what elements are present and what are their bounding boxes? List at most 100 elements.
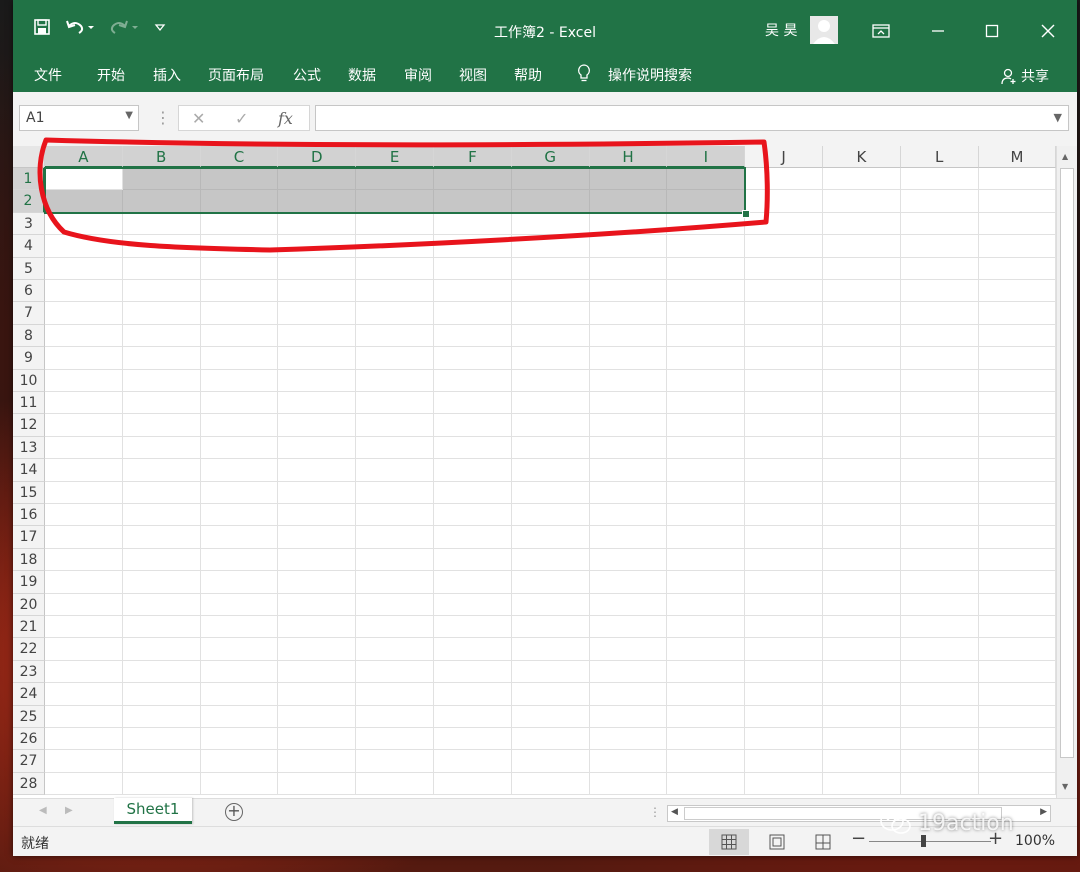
cell[interactable]	[45, 302, 123, 325]
cell[interactable]	[200, 235, 279, 258]
cell[interactable]	[45, 235, 123, 258]
cell[interactable]	[745, 481, 823, 504]
row-header-22[interactable]: 22	[13, 638, 45, 661]
cell[interactable]	[200, 548, 279, 572]
cell[interactable]	[200, 683, 279, 706]
cell[interactable]	[900, 772, 979, 796]
column-header-j[interactable]: J	[745, 146, 823, 168]
cell[interactable]	[434, 257, 512, 280]
cell[interactable]	[900, 548, 979, 572]
zoom-out-button[interactable]: −	[851, 828, 866, 849]
cell[interactable]	[745, 414, 823, 437]
maximize-button[interactable]	[969, 16, 1015, 46]
cell[interactable]	[823, 750, 901, 773]
cell[interactable]	[745, 347, 823, 370]
cell[interactable]	[122, 369, 201, 392]
cell[interactable]	[122, 571, 201, 594]
cell[interactable]	[978, 593, 1057, 616]
row-header-25[interactable]: 25	[13, 705, 45, 728]
cell[interactable]	[978, 750, 1057, 773]
cell[interactable]	[589, 750, 668, 773]
cell[interactable]	[823, 392, 901, 415]
cell[interactable]	[978, 571, 1057, 594]
cell[interactable]	[434, 212, 512, 236]
cell[interactable]	[434, 392, 512, 415]
cell[interactable]	[45, 436, 123, 460]
fill-handle[interactable]	[742, 209, 751, 218]
normal-view-button[interactable]	[709, 829, 749, 855]
cell[interactable]	[434, 728, 512, 751]
cell[interactable]	[200, 504, 279, 527]
cell[interactable]	[278, 638, 357, 661]
cell[interactable]	[745, 660, 823, 684]
cell[interactable]	[122, 593, 201, 616]
cell[interactable]	[589, 414, 668, 437]
cell[interactable]	[434, 504, 512, 527]
user-name[interactable]: 吴 昊	[765, 20, 797, 40]
cell[interactable]	[356, 638, 434, 661]
cell[interactable]	[745, 683, 823, 706]
cell[interactable]	[667, 257, 746, 280]
cell[interactable]	[511, 571, 590, 594]
cell[interactable]	[45, 257, 123, 280]
cell[interactable]	[823, 638, 901, 661]
cell[interactable]	[978, 772, 1057, 796]
cell[interactable]	[667, 526, 746, 549]
row-header-16[interactable]: 16	[13, 504, 45, 527]
cell[interactable]	[356, 548, 434, 572]
column-header-i[interactable]: I	[667, 146, 746, 168]
cell[interactable]	[900, 190, 979, 213]
row-header-13[interactable]: 13	[13, 436, 45, 460]
cell[interactable]	[200, 481, 279, 504]
row-header-27[interactable]: 27	[13, 750, 45, 773]
column-header-e[interactable]: E	[356, 146, 434, 168]
cell[interactable]	[511, 459, 590, 482]
cell[interactable]	[667, 481, 746, 504]
row-header-6[interactable]: 6	[13, 280, 45, 303]
cell[interactable]	[900, 705, 979, 728]
cell[interactable]	[667, 369, 746, 392]
cell[interactable]	[278, 459, 357, 482]
cell[interactable]	[434, 593, 512, 616]
cell[interactable]	[278, 593, 357, 616]
cell[interactable]	[978, 504, 1057, 527]
cell[interactable]	[589, 772, 668, 796]
cell[interactable]	[278, 414, 357, 437]
cell[interactable]	[278, 705, 357, 728]
cell[interactable]	[745, 369, 823, 392]
select-all-corner[interactable]	[13, 146, 45, 168]
cell[interactable]	[667, 212, 746, 236]
cell[interactable]	[900, 660, 979, 684]
cell[interactable]	[122, 324, 201, 348]
scroll-down-icon[interactable]: ▼	[1062, 782, 1068, 791]
cell[interactable]	[667, 728, 746, 751]
cell[interactable]	[745, 324, 823, 348]
cell[interactable]	[667, 638, 746, 661]
cell[interactable]	[278, 436, 357, 460]
cell[interactable]	[278, 302, 357, 325]
cell[interactable]	[278, 616, 357, 639]
cell[interactable]	[589, 257, 668, 280]
cell[interactable]	[278, 324, 357, 348]
cell[interactable]	[978, 280, 1057, 303]
cell[interactable]	[667, 414, 746, 437]
cell[interactable]	[45, 324, 123, 348]
vertical-scrollbar[interactable]: ▲ ▼	[1056, 146, 1077, 798]
cell[interactable]	[122, 257, 201, 280]
cell[interactable]	[434, 347, 512, 370]
cell[interactable]	[200, 436, 279, 460]
zoom-slider-thumb[interactable]	[921, 835, 926, 847]
cell[interactable]	[589, 280, 668, 303]
cell[interactable]	[745, 772, 823, 796]
cell[interactable]	[511, 212, 590, 236]
cell[interactable]	[122, 504, 201, 527]
zoom-level[interactable]: 100%	[1015, 833, 1055, 849]
row-header-4[interactable]: 4	[13, 235, 45, 258]
close-button[interactable]	[1025, 16, 1071, 46]
tab-view[interactable]: 视图	[459, 65, 487, 85]
cell[interactable]	[745, 705, 823, 728]
cell[interactable]	[745, 280, 823, 303]
cell[interactable]	[978, 705, 1057, 728]
cell[interactable]	[900, 414, 979, 437]
row-header-23[interactable]: 23	[13, 660, 45, 684]
